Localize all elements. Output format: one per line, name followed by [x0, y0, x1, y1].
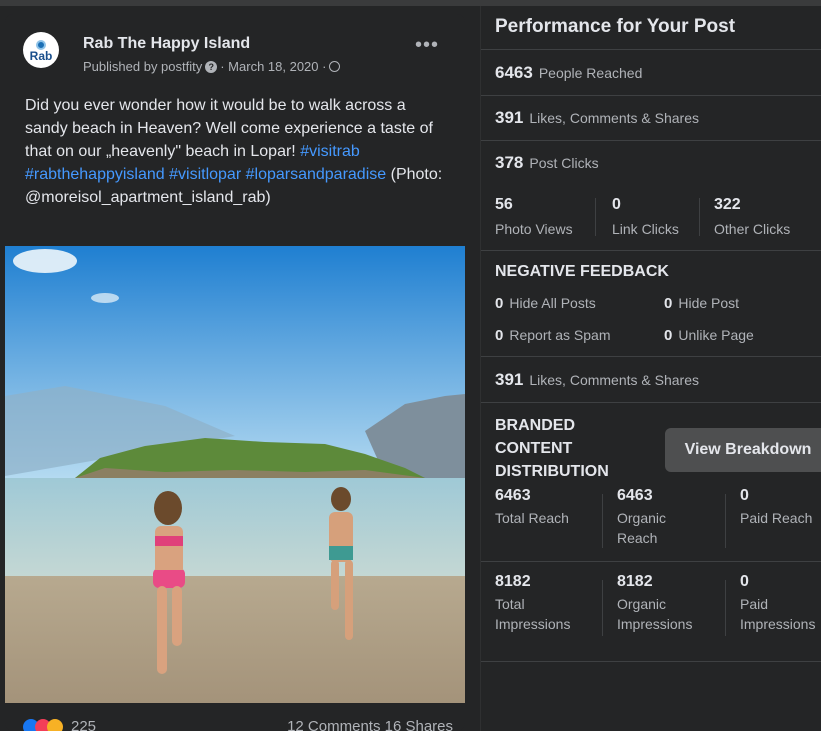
- post-card: Rab Rab The Happy Island Published by po…: [5, 14, 465, 731]
- likes-comments-shares-label: Likes, Comments & Shares: [529, 372, 699, 388]
- organic-reach-cell: 6463 Organic Reach: [617, 487, 707, 548]
- other-clicks-value: 322: [714, 196, 741, 213]
- logo-mark-icon: [36, 39, 46, 50]
- hide-post-value: 0: [664, 295, 673, 312]
- likes-comments-shares-label: Likes, Comments & Shares: [529, 110, 699, 126]
- negative-feedback-title: NEGATIVE FEEDBACK: [495, 263, 669, 280]
- post-clicks-value: 378: [495, 153, 524, 172]
- unlike-page-label: Unlike Page: [678, 327, 754, 343]
- globe-icon: [329, 61, 341, 72]
- page-avatar[interactable]: Rab: [23, 32, 59, 68]
- reactions-bar: 225 12 Comments 16 Shares: [23, 716, 453, 731]
- post-text: Did you ever wonder how it would be to w…: [25, 94, 445, 209]
- divider: [481, 49, 821, 50]
- hide-post-stat: 0 Hide Post: [664, 295, 739, 312]
- hide-all-posts-stat: 0 Hide All Posts: [495, 295, 596, 312]
- likes-comments-shares-value: 391: [495, 370, 524, 389]
- total-reach-cell: 6463 Total Reach: [495, 487, 569, 528]
- report-spam-label: Report as Spam: [509, 327, 611, 343]
- post-text-body: Did you ever wonder how it would be to w…: [25, 97, 433, 160]
- published-by: Published by postfity: [83, 59, 203, 74]
- photo-views-value: 56: [495, 196, 513, 213]
- photo-views-label: Photo Views: [495, 221, 573, 237]
- post-photo[interactable]: [5, 246, 465, 703]
- organic-reach-value: 6463: [617, 487, 653, 504]
- link-clicks-value: 0: [612, 196, 621, 213]
- view-breakdown-button[interactable]: View Breakdown: [665, 428, 821, 472]
- divider: [595, 198, 596, 236]
- total-impressions-label: Total Impressions: [495, 596, 571, 632]
- divider: [481, 661, 821, 662]
- paid-reach-value: 0: [740, 487, 749, 504]
- unlike-page-value: 0: [664, 327, 673, 344]
- report-spam-stat: 0 Report as Spam: [495, 327, 611, 344]
- paid-reach-cell: 0 Paid Reach: [740, 487, 812, 528]
- hashtag-link[interactable]: #rabthehappyisland: [25, 166, 165, 183]
- divider: [725, 494, 726, 548]
- divider: [699, 198, 700, 236]
- link-clicks-label: Link Clicks: [612, 221, 679, 237]
- divider: [481, 356, 821, 357]
- divider: [481, 561, 821, 562]
- likes-comments-shares-stat-2: 391 Likes, Comments & Shares: [495, 370, 699, 390]
- hashtag-link[interactable]: #visitlopar: [169, 166, 241, 183]
- comments-shares-count[interactable]: 12 Comments 16 Shares: [287, 718, 453, 731]
- hide-all-posts-value: 0: [495, 295, 504, 312]
- hide-all-posts-label: Hide All Posts: [509, 295, 596, 311]
- likes-comments-shares-stat: 391 Likes, Comments & Shares: [495, 108, 699, 128]
- post-meta: Published by postfity ? · March 18, 2020…: [83, 59, 341, 74]
- total-impressions-cell: 8182 Total Impressions: [495, 573, 595, 634]
- wow-reaction-icon[interactable]: [47, 719, 63, 731]
- post-date[interactable]: · March 18, 2020 ·: [220, 59, 326, 74]
- paid-impressions-value: 0: [740, 573, 749, 590]
- hashtag-link[interactable]: #loparsandparadise: [246, 166, 387, 183]
- organic-impressions-cell: 8182 Organic Impressions: [617, 573, 717, 634]
- total-reach-value: 6463: [495, 487, 531, 504]
- organic-impressions-label: Organic Impressions: [617, 596, 693, 632]
- page-name-link[interactable]: Rab The Happy Island: [83, 35, 250, 53]
- hashtag-link[interactable]: #visitrab: [300, 143, 360, 160]
- other-clicks-label: Other Clicks: [714, 221, 791, 237]
- post-header: Rab Rab The Happy Island Published by po…: [5, 14, 465, 94]
- people-reached-label: People Reached: [538, 65, 643, 81]
- performance-panel: Performance for Your Post 6463 People Re…: [480, 6, 821, 731]
- total-impressions-value: 8182: [495, 573, 531, 590]
- more-options-icon[interactable]: •••: [415, 35, 439, 55]
- post-clicks-stat: 378 Post Clicks: [495, 153, 599, 173]
- unlike-page-stat: 0 Unlike Page: [664, 327, 754, 344]
- paid-impressions-cell: 0 Paid Impressions: [740, 573, 821, 634]
- hide-post-label: Hide Post: [678, 295, 740, 311]
- divider: [481, 250, 821, 251]
- avatar-logo-text: Rab: [29, 48, 53, 63]
- post-clicks-label: Post Clicks: [529, 155, 599, 171]
- reaction-count[interactable]: 225: [71, 718, 96, 731]
- divider: [602, 580, 603, 636]
- divider: [481, 140, 821, 141]
- divider: [602, 494, 603, 548]
- clicks-breakdown: 56 Photo Views 0 Link Clicks 322 Other C…: [481, 188, 821, 242]
- total-reach-label: Total Reach: [495, 510, 569, 526]
- paid-reach-label: Paid Reach: [740, 510, 813, 526]
- divider: [481, 402, 821, 403]
- panel-title: Performance for Your Post: [495, 16, 736, 37]
- paid-impressions-label: Paid Impressions: [740, 596, 816, 632]
- branded-content-title: BRANDED CONTENT DISTRIBUTION: [495, 417, 609, 480]
- people-reached-value: 6463: [495, 63, 533, 82]
- beach-photo-image: [5, 246, 465, 703]
- report-spam-value: 0: [495, 327, 504, 344]
- likes-comments-shares-value: 391: [495, 108, 524, 127]
- divider: [481, 95, 821, 96]
- organic-reach-label: Organic Reach: [617, 510, 667, 546]
- people-reached-stat: 6463 People Reached: [495, 63, 642, 83]
- privacy-help-icon[interactable]: ?: [205, 60, 218, 73]
- divider: [725, 580, 726, 636]
- organic-impressions-value: 8182: [617, 573, 653, 590]
